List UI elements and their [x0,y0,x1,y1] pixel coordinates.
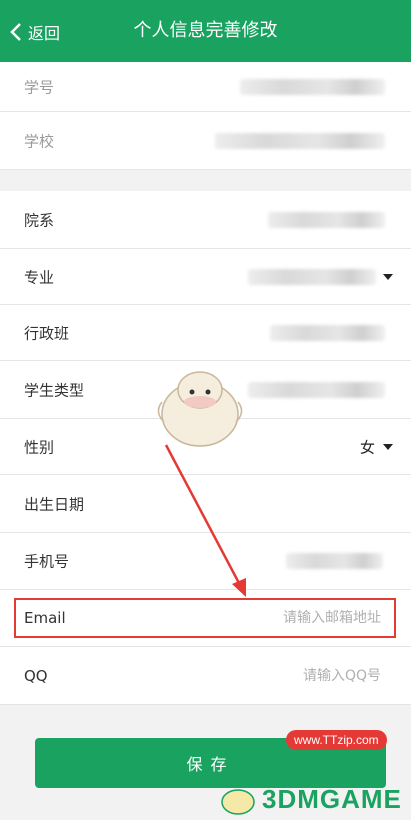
birthdate-label: 出生日期 [24,495,85,513]
class-row[interactable]: 行政班 [0,305,411,361]
student-id-value [240,78,385,95]
major-row[interactable]: 专业 [0,249,411,305]
student-type-value [248,381,385,398]
phone-value [286,553,383,569]
school-label: 学校 [24,132,55,150]
major-value [248,268,376,285]
page-title: 个人信息完善修改 [133,20,278,41]
class-label: 行政班 [24,324,70,342]
mascot-icon [150,362,250,456]
svg-text:天: 天 [215,732,263,788]
app-header: 返回 个人信息完善修改 [0,0,411,62]
watermark-brand: 3DMGAME [262,784,402,814]
qq-label: QQ [24,666,48,685]
chevron-down-icon [383,273,393,280]
class-value [270,324,385,341]
major-label: 专业 [24,268,55,286]
department-label: 院系 [24,211,55,229]
school-row: 学校 [0,112,411,170]
student-id-row: 学号 [0,62,411,112]
department-row[interactable]: 院系 [0,191,411,249]
student-id-label: 学号 [24,78,55,96]
email-highlight-box [14,598,396,638]
qq-field[interactable] [179,666,383,685]
phone-label: 手机号 [24,552,70,571]
phone-row[interactable]: 手机号 [0,533,411,590]
qq-row[interactable]: QQ [0,647,411,705]
gender-value: 女 [359,438,375,456]
department-value [268,211,385,228]
gender-label: 性别 [24,438,55,456]
chevron-down-icon [383,443,393,450]
school-value [215,132,385,149]
watermark-url: www.TTzip.com [286,730,387,750]
birthdate-row[interactable]: 出生日期 [0,475,411,533]
student-type-label: 学生类型 [24,381,85,399]
